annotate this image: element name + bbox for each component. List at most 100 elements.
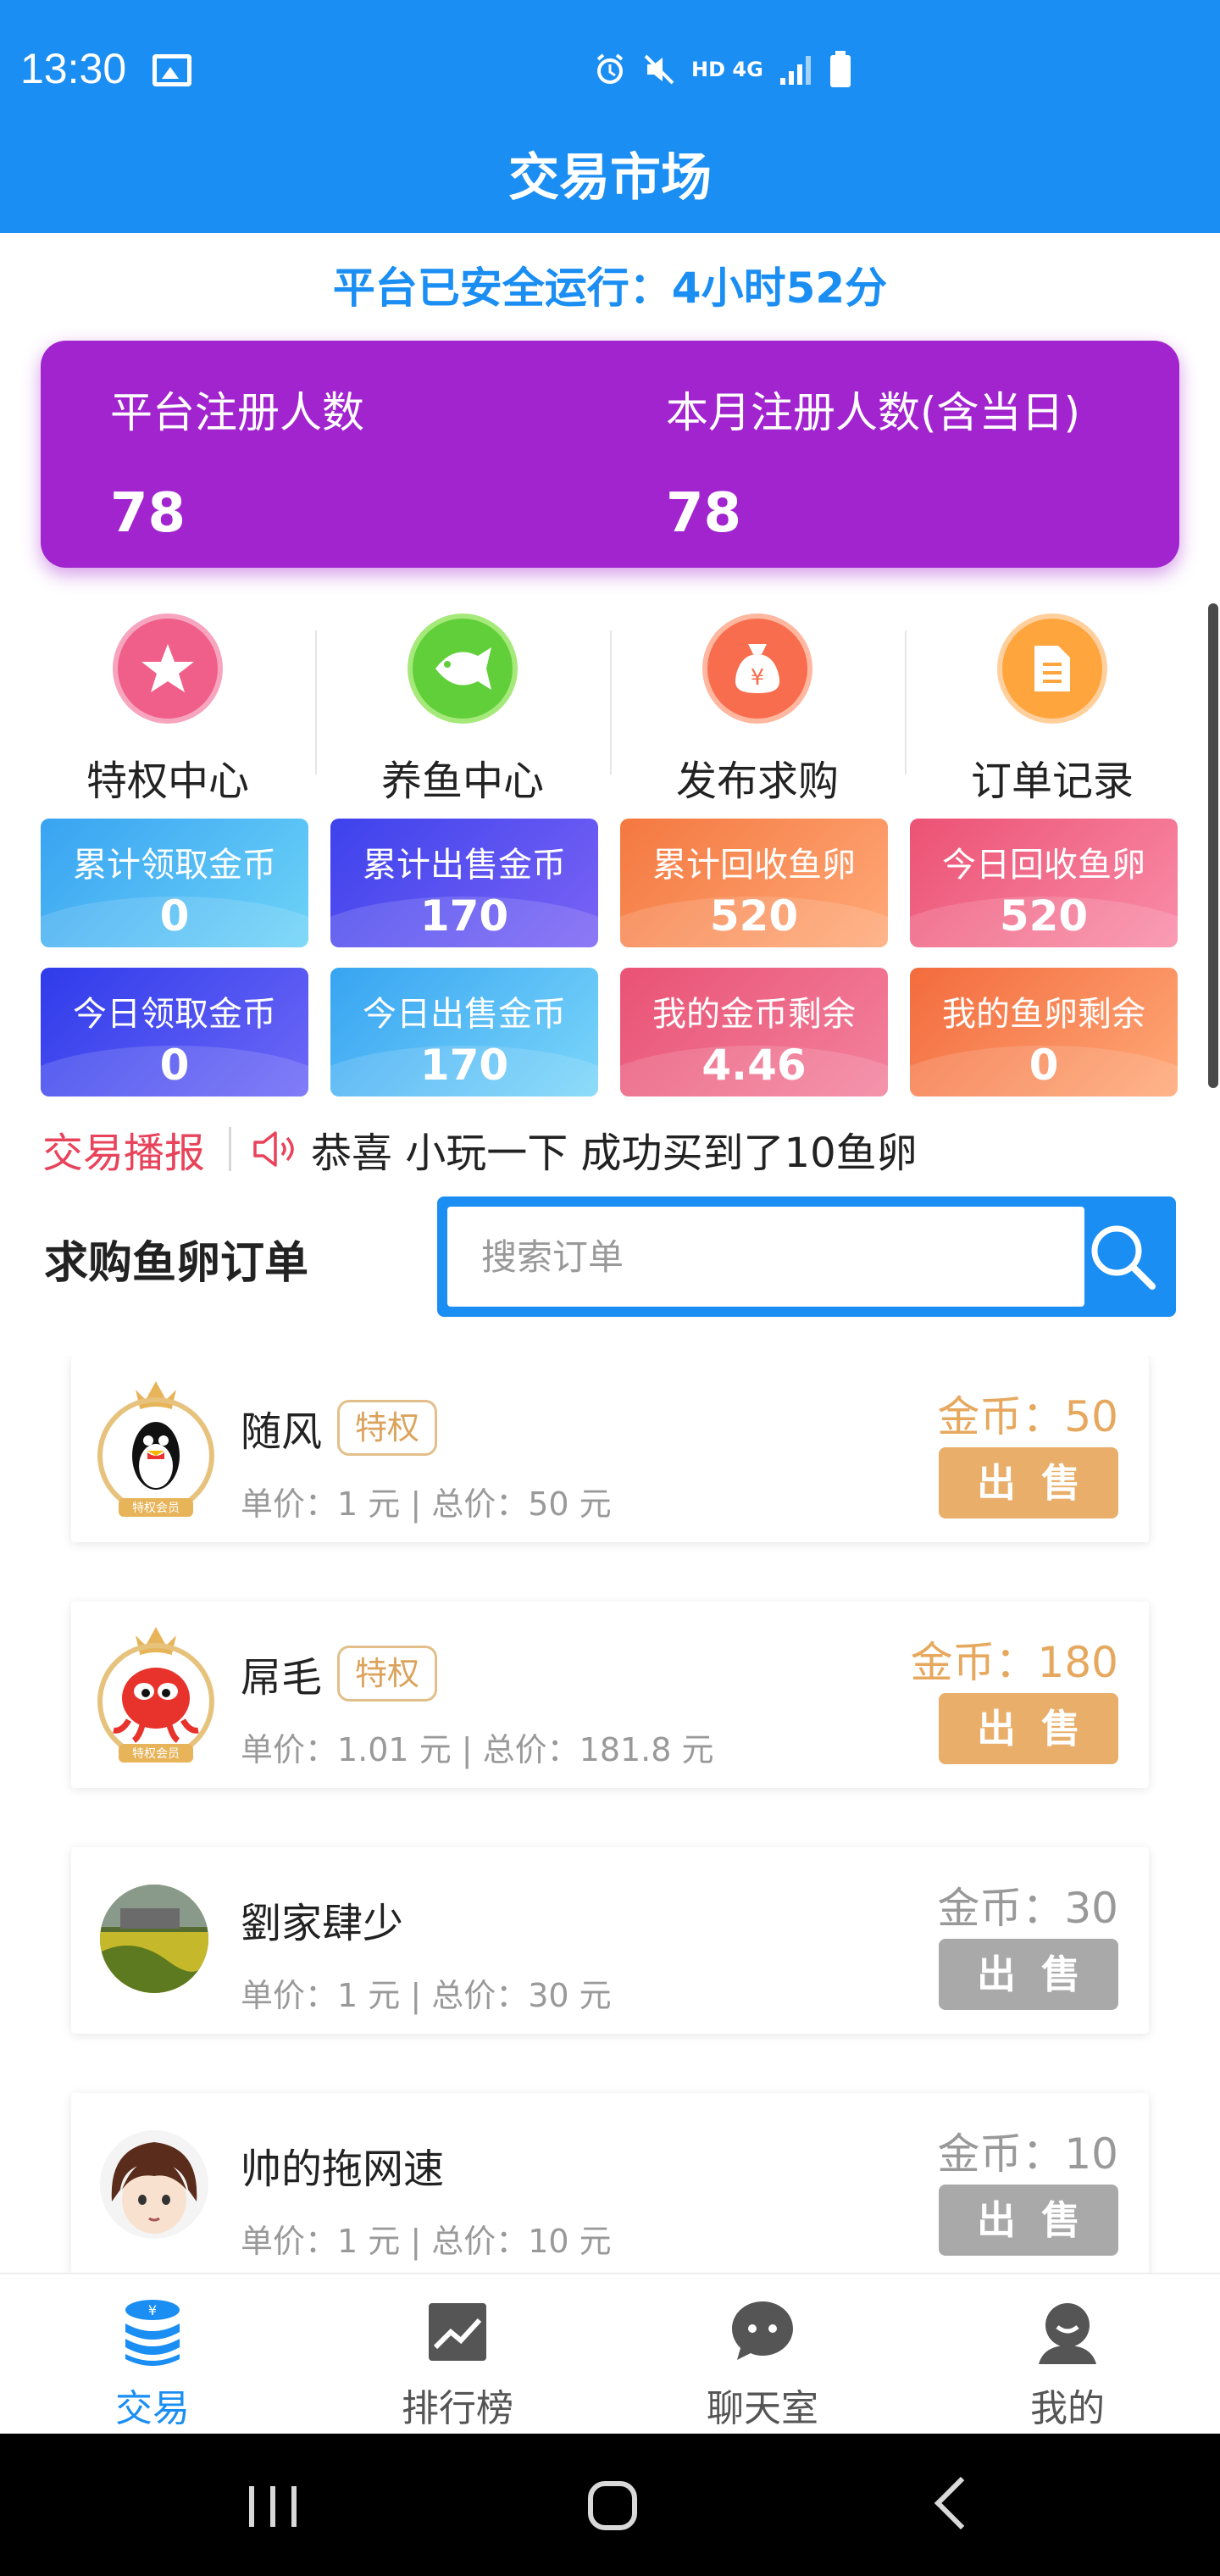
tile-label: 我的金币剩余 bbox=[652, 995, 856, 1034]
status-bar: 13:30 HD 4G bbox=[0, 0, 1220, 144]
tab-ranking[interactable]: 排行榜 bbox=[305, 2274, 610, 2434]
quick-nav-label: 订单记录 bbox=[970, 758, 1134, 805]
runtime-text: 平台已安全运行：4小时52分 bbox=[332, 264, 888, 313]
avatar bbox=[100, 2130, 208, 2239]
order-card: 帅的拖网速 单价：1 元 | 总价：10 元 金币：10 出售 bbox=[71, 2093, 1149, 2273]
sell-button[interactable]: 出售 bbox=[939, 2185, 1118, 2256]
tile-my-coin-balance: 我的金币剩余 4.46 bbox=[620, 968, 888, 1096]
order-coin-amount: 金币：30 bbox=[937, 1884, 1118, 1933]
quick-nav-fish-center[interactable]: 养鱼中心 bbox=[315, 607, 610, 805]
username-text: 劉家肆少 bbox=[241, 1900, 404, 1947]
svg-text:特权会员: 特权会员 bbox=[132, 1502, 180, 1515]
month-registered-label: 本月注册人数(含当日) bbox=[666, 388, 1081, 437]
coin-stack-icon: ¥ bbox=[125, 2300, 180, 2366]
username-text: 帅的拖网速 bbox=[241, 2146, 445, 2193]
network-type: HD 4G bbox=[691, 58, 763, 81]
svg-text:¥: ¥ bbox=[751, 665, 765, 691]
quick-nav: 特权中心 养鱼中心 ¥ 发布求购 订单记录 bbox=[20, 607, 1200, 805]
quick-nav-publish-request[interactable]: ¥ 发布求购 bbox=[610, 607, 905, 805]
tile-label: 累计领取金币 bbox=[73, 846, 276, 885]
tile-total-claimed-coins: 累计领取金币 0 bbox=[41, 819, 308, 947]
tile-label: 今日回收鱼卵 bbox=[942, 846, 1145, 885]
quick-nav-order-records[interactable]: 订单记录 bbox=[905, 607, 1200, 805]
sell-button[interactable]: 出售 bbox=[939, 1939, 1118, 2010]
scrollbar[interactable] bbox=[1208, 603, 1218, 1088]
tile-value: 0 bbox=[159, 891, 190, 941]
tab-label: 交易 bbox=[115, 2387, 190, 2430]
order-coin-amount: 金币：10 bbox=[937, 2129, 1118, 2179]
tile-value: 0 bbox=[1029, 1041, 1059, 1090]
order-card: 特权会员 随风 特权 单价：1 元 | 总价：50 元 金币：50 出售 bbox=[71, 1356, 1149, 1542]
system-nav-bar bbox=[0, 2434, 1220, 2576]
gallery-icon bbox=[152, 54, 191, 86]
order-username: 随风 特权 bbox=[241, 1398, 438, 1457]
order-price: 单价：1.01 元 | 总价：181.8 元 bbox=[241, 1731, 714, 1768]
quick-nav-privilege-center[interactable]: 特权中心 bbox=[20, 607, 315, 805]
tile-today-recycled-roe: 今日回收鱼卵 520 bbox=[910, 819, 1178, 947]
tab-trade[interactable]: ¥ 交易 bbox=[0, 2274, 305, 2434]
tile-today-sold-coins: 今日出售金币 170 bbox=[330, 968, 598, 1096]
order-search-input[interactable] bbox=[447, 1207, 1084, 1307]
order-search-box bbox=[437, 1196, 1176, 1317]
tab-label: 我的 bbox=[1030, 2387, 1105, 2430]
search-icon bbox=[1091, 1225, 1156, 1290]
status-time: 13:30 bbox=[20, 45, 127, 92]
tile-my-roe-balance: 我的鱼卵剩余 0 bbox=[910, 968, 1178, 1096]
trade-broadcast: 交易播报 恭喜 小玩一下 成功买到了10鱼卵 bbox=[42, 1117, 918, 1181]
alarm-icon bbox=[596, 53, 624, 84]
order-price: 单价：1 元 | 总价：30 元 bbox=[241, 1977, 612, 2014]
page-title: 交易市场 bbox=[0, 144, 1220, 233]
avatar: 特权会员 bbox=[88, 1620, 224, 1766]
order-card: 特权会员 屌毛 特权 单价：1.01 元 | 总价：181.8 元 金币：180… bbox=[71, 1602, 1149, 1788]
order-list: 特权会员 随风 特权 单价：1 元 | 总价：50 元 金币：50 出售 特权会… bbox=[0, 1356, 1220, 2273]
sell-button[interactable]: 出售 bbox=[939, 1447, 1118, 1518]
month-registered: 本月注册人数(含当日) 78 bbox=[666, 379, 1080, 545]
vip-badge: 特权 bbox=[337, 1646, 438, 1702]
total-registered-value: 78 bbox=[110, 482, 186, 545]
avatar bbox=[100, 1885, 208, 1993]
tile-label: 今日领取金币 bbox=[73, 995, 276, 1034]
tab-chatroom[interactable]: 聊天室 bbox=[610, 2274, 915, 2434]
tile-total-recycled-roe: 累计回收鱼卵 520 bbox=[620, 819, 888, 947]
star-icon bbox=[113, 613, 223, 724]
tile-value: 520 bbox=[999, 891, 1089, 941]
bottom-tab-bar: ¥ 交易 排行榜 聊天室 我的 bbox=[0, 2273, 1220, 2434]
order-card: 劉家肆少 单价：1 元 | 总价：30 元 金币：30 出售 bbox=[71, 1847, 1149, 2034]
tab-label: 聊天室 bbox=[707, 2387, 818, 2430]
order-coin-amount: 金币：50 bbox=[937, 1392, 1118, 1441]
status-icons: HD 4G bbox=[593, 51, 853, 88]
orders-section-title: 求购鱼卵订单 bbox=[44, 1238, 309, 1289]
tile-value: 170 bbox=[419, 1041, 509, 1090]
recents-button[interactable] bbox=[249, 2486, 297, 2527]
fish-icon bbox=[408, 613, 518, 724]
svg-text:¥: ¥ bbox=[148, 2302, 157, 2318]
order-price: 单价：1 元 | 总价：50 元 bbox=[241, 1485, 612, 1523]
month-registered-value: 78 bbox=[666, 482, 742, 545]
tile-value: 0 bbox=[159, 1041, 190, 1090]
order-username: 劉家肆少 bbox=[241, 1890, 403, 1949]
back-button[interactable] bbox=[934, 2476, 988, 2530]
total-registered-label: 平台注册人数 bbox=[110, 388, 364, 437]
registration-stats-card: 平台注册人数 78 本月注册人数(含当日) 78 bbox=[41, 341, 1179, 568]
tile-value: 4.46 bbox=[702, 1041, 807, 1090]
signal-icon bbox=[779, 56, 811, 85]
search-button[interactable] bbox=[1084, 1219, 1161, 1295]
tile-label: 累计回收鱼卵 bbox=[652, 846, 856, 885]
quick-nav-label: 特权中心 bbox=[86, 758, 249, 805]
stats-tiles: 累计领取金币 0 累计出售金币 170 累计回收鱼卵 520 今日回收鱼卵 520 今日… bbox=[41, 819, 1179, 1096]
speaker-icon bbox=[253, 1131, 294, 1167]
tab-profile[interactable]: 我的 bbox=[915, 2274, 1220, 2434]
sell-button[interactable]: 出售 bbox=[939, 1693, 1118, 1764]
home-button[interactable] bbox=[588, 2481, 637, 2530]
order-price: 单价：1 元 | 总价：10 元 bbox=[241, 2223, 612, 2260]
money-bag-icon: ¥ bbox=[702, 613, 812, 724]
svg-text:特权会员: 特权会员 bbox=[132, 1747, 180, 1761]
tile-today-claimed-coins: 今日领取金币 0 bbox=[41, 968, 308, 1096]
tab-label: 排行榜 bbox=[402, 2387, 513, 2430]
quick-nav-label: 发布求购 bbox=[675, 758, 839, 805]
tile-label: 我的鱼卵剩余 bbox=[942, 995, 1145, 1034]
username-text: 随风 bbox=[241, 1408, 323, 1456]
trend-chart-icon bbox=[429, 2303, 486, 2361]
tile-value: 170 bbox=[419, 891, 509, 941]
document-icon bbox=[997, 613, 1107, 724]
